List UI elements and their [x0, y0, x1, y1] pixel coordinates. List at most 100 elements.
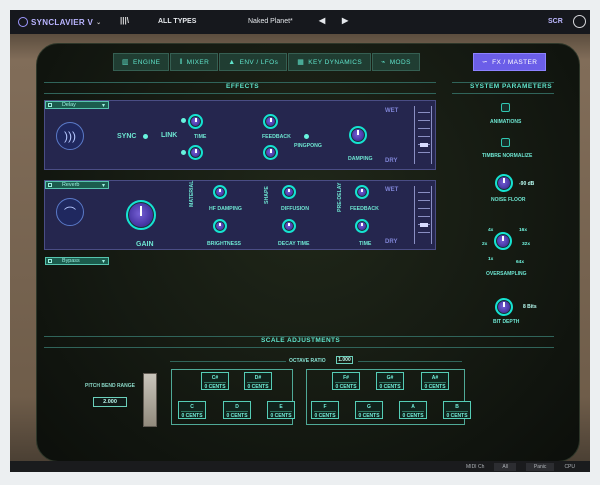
f-sharp-cents[interactable]: F# 0 CENTS	[332, 372, 360, 390]
delay-damping-knob[interactable]	[349, 126, 367, 144]
c-sharp-cents[interactable]: C# 0 CENTS	[201, 372, 229, 390]
a-sharp-cents[interactable]: A# 0 CENTS	[421, 372, 449, 390]
delay-sync-led[interactable]	[143, 134, 148, 139]
system-title: SYSTEM PARAMETERS	[470, 83, 553, 90]
synclavier-logo: SYNCLAVIER V ⌄	[18, 17, 101, 27]
reverb-material-label: MATERIAL	[189, 180, 195, 207]
reverb-shape-label: SHAPE	[264, 186, 270, 204]
timbre-normalize-label: TIMBRE NORMALIZE	[482, 153, 533, 159]
delay-feedback-label: FEEDBACK	[262, 134, 291, 140]
delay-dry-label: DRY	[385, 158, 398, 164]
delay-pingpong-led[interactable]	[304, 134, 309, 139]
oversampling-16x: 16x	[519, 228, 528, 233]
scale-title: SCALE ADJUSTMENTS	[261, 337, 341, 344]
timbre-normalize-toggle[interactable]	[501, 138, 510, 147]
next-preset-icon[interactable]: ▶	[342, 16, 348, 25]
delay-visual-icon: )))	[56, 122, 84, 150]
reverb-decay-time-knob[interactable]	[282, 219, 296, 233]
delay-wet-dry-meter[interactable]	[414, 106, 432, 164]
preset-name[interactable]: Naked Planet*	[248, 18, 293, 25]
reverb-decay-time-label: DECAY TIME	[278, 241, 310, 247]
delay-wet-dry-handle[interactable]	[420, 143, 428, 147]
user-icon[interactable]	[573, 15, 586, 28]
top-toolbar: SYNCLAVIER V ⌄ |||\ ALL TYPES Naked Plan…	[10, 10, 590, 34]
noise-floor-knob[interactable]	[495, 174, 513, 192]
oversampling-knob[interactable]	[494, 232, 512, 250]
delay-feedback-left-knob[interactable]	[263, 114, 278, 129]
g-cents[interactable]: G0 CENTS	[355, 401, 383, 419]
octave-ratio-right-line	[358, 361, 462, 362]
reverb-feedback-knob[interactable]	[355, 185, 369, 199]
chevron-down-icon: ▾	[101, 103, 105, 109]
mods-icon: ⌁	[381, 59, 386, 66]
reverb-selector[interactable]: Reverb ▾	[45, 181, 109, 189]
reverb-time-label: TIME	[359, 241, 372, 247]
delay-feedback-right-knob[interactable]	[263, 145, 278, 160]
oversampling-2x: 2x	[482, 242, 488, 247]
octave-ratio-left-line	[170, 361, 286, 362]
mixer-icon: ǁ	[179, 58, 183, 66]
engine-icon: ▥	[122, 59, 130, 66]
delay-selector[interactable]: Delay ▾	[45, 101, 109, 109]
noise-floor-value: -90 dB	[519, 181, 535, 187]
tab-env-lfos[interactable]: ▲ ENV / LFOs	[219, 53, 288, 71]
bottom-status-bar: MIDI Ch All Panic CPU	[10, 461, 590, 472]
reverb-hf-damping-knob[interactable]	[213, 185, 227, 199]
f-cents[interactable]: F0 CENTS	[311, 401, 339, 419]
b-cents[interactable]: B0 CENTS	[443, 401, 471, 419]
animations-label: ANIMATIONS	[490, 119, 522, 125]
g-sharp-cents[interactable]: G# 0 CENTS	[376, 372, 404, 390]
delay-time-right-knob[interactable]	[188, 145, 203, 160]
effects-title: EFFECTS	[226, 83, 260, 90]
reverb-wet-dry-handle[interactable]	[420, 223, 428, 227]
reverb-diffusion-label: DIFFUSION	[281, 206, 309, 212]
d-sharp-cents[interactable]: D# 0 CENTS	[244, 372, 272, 390]
pitch-bend-slider[interactable]	[143, 373, 157, 427]
tab-key-dynamics[interactable]: ▦ KEY DYNAMICS	[288, 53, 372, 71]
reverb-brightness-knob[interactable]	[213, 219, 227, 233]
reverb-diffusion-knob[interactable]	[282, 185, 296, 199]
wave-icon: ▲	[228, 58, 236, 66]
reverb-visual-icon: ⌒	[56, 198, 84, 226]
delay-pingpong-label: PINGPONG	[294, 143, 322, 149]
c-cents[interactable]: C0 CENTS	[178, 401, 206, 419]
tab-mixer[interactable]: ǁ MIXER	[170, 53, 219, 71]
bit-depth-value: 8 Bits	[523, 304, 537, 310]
reverb-wet-label: WET	[385, 187, 399, 193]
reverb-wet-dry-meter[interactable]	[414, 186, 432, 244]
bypass-selector[interactable]: Bypass ▾	[45, 257, 109, 265]
midi-channel-label: MIDI Ch	[466, 463, 485, 470]
noise-floor-label: NOISE FLOOR	[491, 197, 526, 203]
a-cents[interactable]: A0 CENTS	[399, 401, 427, 419]
octave-ratio-value[interactable]: 1.000	[336, 356, 353, 364]
previous-preset-icon[interactable]: ◀	[319, 16, 325, 25]
bit-depth-knob[interactable]	[495, 298, 513, 316]
delay-time-left-knob[interactable]	[188, 114, 203, 129]
octave-ratio-label: OCTAVE RATIO	[289, 358, 326, 364]
e-cents[interactable]: E0 CENTS	[267, 401, 295, 419]
reverb-gain-knob[interactable]	[126, 200, 156, 230]
chevron-down-icon[interactable]: ⌄	[96, 19, 101, 26]
oversampling-64x: 64x	[516, 260, 525, 265]
midi-channel-select[interactable]: All	[494, 462, 516, 471]
tab-engine[interactable]: ▥ ENGINE	[113, 53, 170, 71]
system-header-line	[452, 93, 554, 94]
pitch-bend-range-value[interactable]: 2.000	[93, 397, 127, 407]
reverb-time-knob[interactable]	[355, 219, 369, 233]
d-cents[interactable]: D0 CENTS	[223, 401, 251, 419]
tab-fx-master[interactable]: ∽ FX / MASTER	[472, 53, 547, 71]
delay-link-right-led[interactable]	[181, 150, 186, 155]
animations-toggle[interactable]	[501, 103, 510, 112]
delay-time-label: TIME	[194, 134, 207, 140]
screen-mode-button[interactable]: SCR	[548, 18, 563, 25]
oversampling-label: OVERSAMPLING	[486, 271, 527, 277]
delay-link-label: LINK	[161, 132, 178, 139]
delay-link-left-led[interactable]	[181, 118, 186, 123]
main-tabs: ▥ ENGINE ǁ MIXER ▲ ENV / LFOs ▦ KEY DYNAMICS…	[113, 53, 547, 71]
chevron-down-icon: ▾	[101, 183, 105, 189]
tab-mods[interactable]: ⌁ MODS	[372, 53, 420, 71]
library-icon[interactable]: |||\	[120, 16, 129, 25]
reverb-hf-damping-label: HF DAMPING	[209, 206, 242, 212]
panic-button[interactable]: Panic	[525, 462, 555, 471]
type-filter[interactable]: ALL TYPES	[158, 18, 196, 25]
